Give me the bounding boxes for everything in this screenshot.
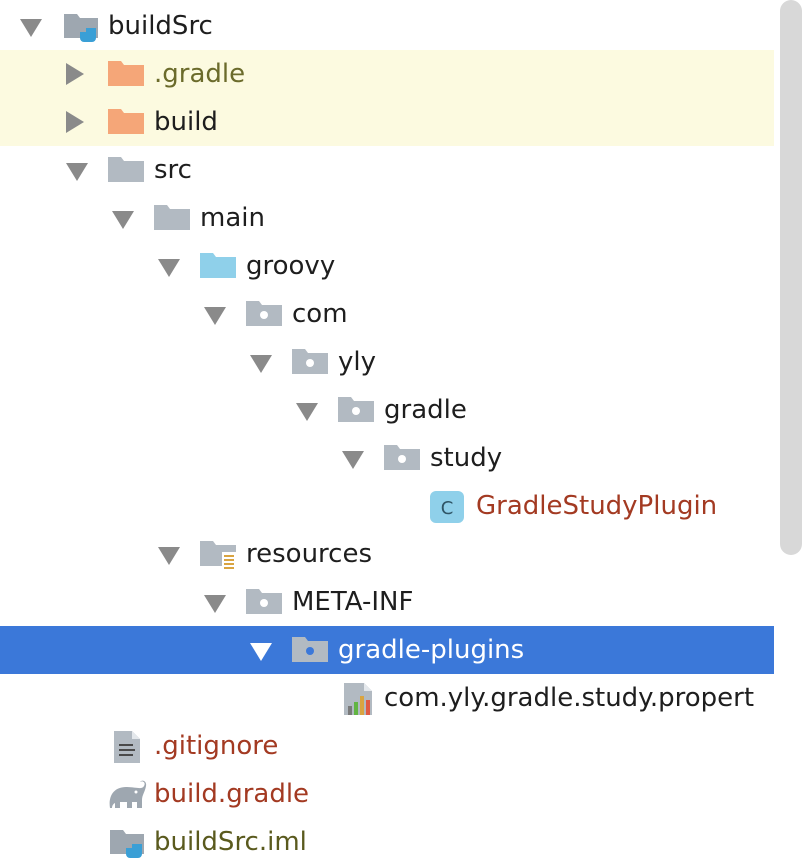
tree-item-resources[interactable]: resources (0, 530, 774, 578)
expand-arrow-icon[interactable] (200, 290, 230, 338)
expand-arrow-icon[interactable] (246, 338, 276, 386)
tree-item-label: build (154, 107, 218, 137)
module-folder-icon (62, 10, 102, 42)
package-icon (292, 634, 332, 666)
expand-arrow-icon[interactable] (200, 578, 230, 626)
tree-item-label: main (200, 203, 265, 233)
tree-item-gradlestudyplugin[interactable]: C GradleStudyPlugin (0, 482, 774, 530)
folder-icon (154, 202, 194, 234)
expand-arrow-icon[interactable] (338, 434, 368, 482)
tree-item-build-gradle[interactable]: build.gradle (0, 770, 774, 818)
properties-file-icon (342, 682, 382, 715)
tree-item-label: com.yly.gradle.study.propert (384, 683, 755, 713)
package-icon (384, 442, 424, 474)
tree-item-label: study (430, 443, 503, 473)
tree-item-gradle-plugins[interactable]: gradle-plugins (0, 626, 774, 674)
expand-arrow-icon[interactable] (108, 194, 138, 242)
tree-item-label: META-INF (292, 587, 414, 617)
tree-item-buildsrc[interactable]: buildSrc (0, 2, 774, 50)
tree-item-label: buildSrc (108, 11, 213, 41)
tree-item-build[interactable]: build (0, 98, 774, 146)
collapse-arrow-icon[interactable] (62, 98, 92, 146)
tree-item-src[interactable]: src (0, 146, 774, 194)
expand-arrow-icon[interactable] (62, 146, 92, 194)
groovy-class-icon: C (430, 490, 470, 523)
tree-item-label: gradle-plugins (338, 635, 525, 665)
expand-arrow-icon[interactable] (292, 386, 322, 434)
tree-item-dot-gradle[interactable]: .gradle (0, 50, 774, 98)
tree-item-properties-file[interactable]: com.yly.gradle.study.propert (0, 674, 774, 722)
tree-item-label: com (292, 299, 348, 329)
expand-arrow-icon[interactable] (246, 626, 276, 674)
tree-item-label: yly (338, 347, 376, 377)
tree-item-com[interactable]: com (0, 290, 774, 338)
tree-item-label: buildSrc.iml (154, 827, 307, 857)
package-icon (338, 394, 378, 426)
class-badge-letter: C (441, 498, 454, 519)
tree-item-gitignore[interactable]: .gitignore (0, 722, 774, 770)
expand-arrow-icon[interactable] (154, 242, 184, 290)
excluded-folder-icon (108, 106, 148, 138)
expand-arrow-icon[interactable] (16, 2, 46, 50)
gradle-elephant-icon (106, 778, 147, 810)
tree-item-label: GradleStudyPlugin (476, 491, 718, 521)
tree-item-groovy[interactable]: groovy (0, 242, 774, 290)
tree-item-label: resources (246, 539, 373, 569)
module-file-icon (108, 826, 148, 858)
tree-item-meta-inf[interactable]: META-INF (0, 578, 774, 626)
folder-icon (108, 154, 148, 186)
source-root-folder-icon (200, 250, 240, 282)
tree-item-study[interactable]: study (0, 434, 774, 482)
project-tree: buildSrc .gradle build src main groovy c… (0, 0, 774, 868)
tree-item-label: gradle (384, 395, 467, 425)
resources-folder-icon (200, 538, 240, 570)
tree-item-label: .gradle (154, 59, 246, 89)
tree-item-label: groovy (246, 251, 336, 281)
tree-item-label: build.gradle (154, 779, 310, 809)
collapse-arrow-icon[interactable] (62, 50, 92, 98)
tree-item-main[interactable]: main (0, 194, 774, 242)
excluded-folder-icon (108, 58, 148, 90)
tree-item-label: .gitignore (154, 731, 279, 761)
package-icon (246, 298, 286, 330)
tree-item-yly[interactable]: yly (0, 338, 774, 386)
tree-item-gradle[interactable]: gradle (0, 386, 774, 434)
scrollbar-thumb[interactable] (780, 0, 802, 555)
tree-item-buildsrc-iml[interactable]: buildSrc.iml (0, 818, 774, 866)
tree-item-label: src (154, 155, 192, 185)
package-icon (292, 346, 332, 378)
expand-arrow-icon[interactable] (154, 530, 184, 578)
package-icon (246, 586, 286, 618)
text-file-icon (112, 730, 152, 763)
